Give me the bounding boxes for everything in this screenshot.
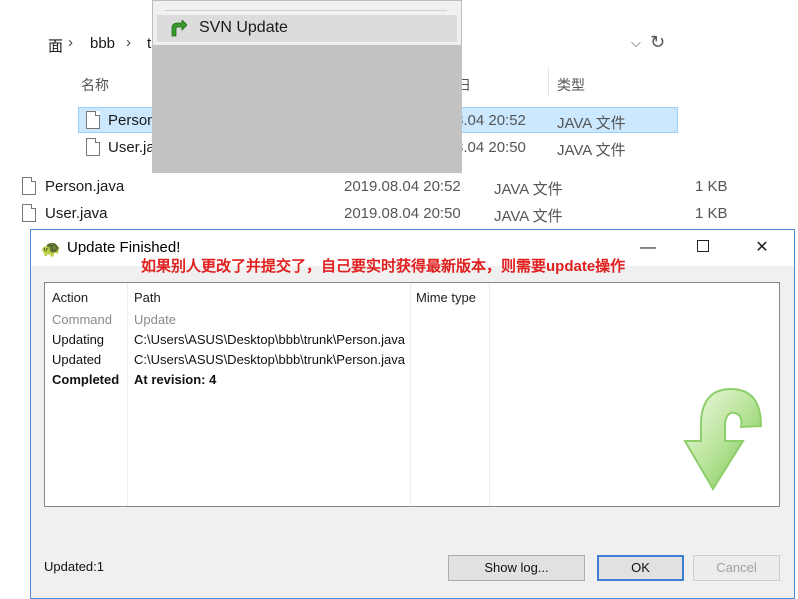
ok-button[interactable]: OK <box>597 555 684 581</box>
file-date: 2019.08.04 20:52 <box>344 178 461 195</box>
file-size: 1 KB <box>695 205 728 222</box>
menu-separator <box>165 10 447 11</box>
file-icon <box>22 204 36 222</box>
update-finished-dialog: 🐢 Update Finished! — ✕ 如果别人更改了并提交了，自己要实时… <box>30 229 795 599</box>
row-path: Update <box>134 312 176 327</box>
maximize-icon[interactable] <box>686 236 720 260</box>
breadcrumb-item-desktop[interactable]: 面 <box>48 35 63 56</box>
row-path: C:\Users\ASUS\Desktop\bbb\trunk\Person.j… <box>134 332 405 347</box>
column-header-mime-type[interactable]: Mime type <box>416 290 476 305</box>
minimize-icon[interactable]: — <box>631 236 665 260</box>
chevron-down-icon[interactable]: ⌵ <box>631 35 641 51</box>
show-log-button[interactable]: Show log... <box>448 555 585 581</box>
file-type: JAVA 文件 <box>557 142 626 159</box>
column-divider[interactable] <box>548 68 549 96</box>
column-divider[interactable] <box>489 283 490 506</box>
file-type: JAVA 文件 <box>494 208 563 225</box>
row-path: C:\Users\ASUS\Desktop\bbb\trunk\Person.j… <box>134 352 405 367</box>
column-header-action[interactable]: Action <box>52 290 88 305</box>
file-type: JAVA 文件 <box>494 181 563 198</box>
breadcrumb-separator-icon: › <box>68 34 73 51</box>
cancel-button[interactable]: Cancel <box>693 555 780 581</box>
file-date: 8.04 20:52 <box>455 112 526 129</box>
row-action: Updating <box>52 332 105 347</box>
svn-update-icon <box>171 20 187 37</box>
file-date: 8.04 20:50 <box>455 139 526 156</box>
row-path: At revision: 4 <box>134 372 217 387</box>
breadcrumb-item-trunk[interactable]: t <box>147 35 151 52</box>
column-header-type[interactable]: 类型 <box>557 75 585 95</box>
redacted-area <box>152 45 462 173</box>
tortoise-icon: 🐢 <box>41 241 61 258</box>
file-name: User.java <box>45 205 108 222</box>
column-divider[interactable] <box>127 283 128 506</box>
file-name: User.ja <box>108 139 155 156</box>
row-action: Command <box>52 312 112 327</box>
file-date: 2019.08.04 20:50 <box>344 205 461 222</box>
row-action: Completed <box>52 372 120 387</box>
file-name: Person.java <box>45 178 125 195</box>
column-header-path[interactable]: Path <box>134 290 161 305</box>
column-divider[interactable] <box>410 283 411 506</box>
file-icon <box>86 138 100 156</box>
breadcrumb-item-bbb[interactable]: bbb <box>90 35 115 52</box>
menu-item-svn-update[interactable]: SVN Update <box>157 15 457 42</box>
refresh-icon[interactable]: ↻ <box>650 32 665 53</box>
file-name: Person <box>108 112 156 129</box>
file-icon <box>22 177 36 195</box>
status-text: Updated:1 <box>44 559 104 574</box>
close-icon[interactable]: ✕ <box>745 236 779 260</box>
file-icon <box>86 111 100 129</box>
breadcrumb-separator-icon: › <box>126 34 131 51</box>
dialog-title: Update Finished! <box>67 239 181 256</box>
row-action: Updated <box>52 352 102 367</box>
annotation-text: 如果别人更改了并提交了，自己要实时获得最新版本，则需要update操作 <box>141 258 626 275</box>
menu-item-label: SVN Update <box>199 19 288 36</box>
update-log-list[interactable]: Action Path Mime type Command Update Upd… <box>44 282 780 507</box>
file-type: JAVA 文件 <box>557 115 626 132</box>
file-size: 1 KB <box>695 178 728 195</box>
column-header-name[interactable]: 名称 <box>81 75 109 95</box>
update-arrow-icon <box>683 387 763 491</box>
